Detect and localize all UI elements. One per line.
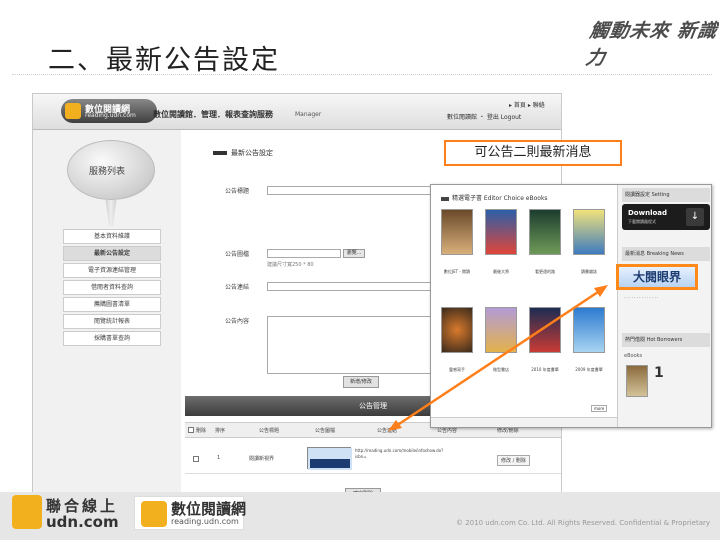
book-cover[interactable] [441,209,473,255]
udn-face-icon [12,495,42,529]
news-text: · · · · · · · · · · · · · · [624,295,659,300]
select-all-checkbox[interactable] [188,427,194,433]
book-title[interactable]: 微型書店 [481,367,521,373]
header-subtitle: Manager [295,111,322,118]
book-title[interactable]: 2010 年度書單 [525,367,565,373]
section-title: 最新公告設定 [213,148,273,158]
header-image: 公告圖檔 [315,428,336,434]
logo-url: reading.udn.com [85,112,136,119]
edit-delete-button[interactable]: 修改 / 刪除 [497,455,530,466]
image-size-hint: 建議尺寸寬250 * 80 [267,262,314,268]
sidebar-item-basic-info[interactable]: 基本資料維護 [63,229,161,244]
header-title: 數位閱讀館．管理．報表查詢服務 [153,110,273,119]
sidebar-item-borrower-query[interactable]: 借閱者資料查詢 [63,280,161,295]
reading-logo: 數位閱讀網 reading.udn.com [134,496,247,530]
slide-title: 二、最新公告設定 [48,45,280,76]
slogan: 觸動未來 新識力 [584,20,719,69]
reading-face-icon [65,103,81,119]
book-cover[interactable] [529,307,561,353]
header-links-logout[interactable]: 數位閱讀館 ・ 登出 Logout [447,112,521,121]
header-content: 公告內容 [437,428,458,434]
reading-face-icon [141,501,167,527]
book-title[interactable]: 最後大將 [481,269,521,275]
popular-rank: 1 [654,365,664,381]
sidebar-item-purchase-query[interactable]: 採購書單查詢 [63,331,161,346]
image-label: 公告圖檔 [225,251,250,258]
copyright: © 2010 udn.com Co. Ltd. All Rights Reser… [456,519,711,527]
book-cover[interactable] [573,209,605,255]
reader-preview: 精選電子書 Editor Choice eBooks 數位JET - 閱讀 最後… [430,184,712,428]
row-image-thumbnail [307,447,352,470]
settings-title: 閱讀器設定 Setting [622,188,710,202]
row-title: 閱讀新視界 [249,456,275,462]
reader-sidebar: 閱讀器設定 Setting Download 下載閱讀器程式 ↓ 最新消息 Br… [617,185,711,427]
sidebar: 服務列表 基本資料維護 最新公告設定 電子資源連結管理 借閱者資料查詢 薦購圖書… [33,130,181,517]
big-eye-thumb-icon [308,448,352,470]
udn-domain: udn.com [46,513,119,531]
book-cover[interactable] [441,307,473,353]
header-order: 排序 [215,428,226,434]
more-link[interactable]: more [591,405,608,412]
row-checkbox[interactable] [193,456,199,462]
download-sub-label: 下載閱讀器程式 [628,219,656,224]
news-title: 最新消息 Breaking News [622,247,710,261]
content-label: 公告內容 [225,318,250,325]
reading-logo-pill[interactable]: 數位閱讀網 reading.udn.com [61,99,157,123]
image-file-input[interactable] [267,249,341,258]
book-title[interactable]: 靈感寫手 [437,367,477,373]
download-reader-button[interactable]: Download 下載閱讀器程式 ↓ [622,204,710,230]
header-title: 公告標題 [259,428,280,434]
header-links-top[interactable]: ▸ 首頁 ▸ 聯絡 [509,100,545,109]
header-delete: 刪除 [196,428,207,434]
book-title[interactable]: 讀書雜誌 [569,269,609,275]
book-cover[interactable] [485,209,517,255]
ebooks-label: eBooks [624,353,643,359]
header-link: 公告連結 [377,428,398,434]
editor-choice-footer [431,417,617,427]
row-link[interactable]: http://reading.udn.com/mobile/infoshow.d… [355,448,443,460]
browse-button[interactable]: 瀏覽... [343,249,365,258]
download-arrow-icon: ↓ [686,208,704,226]
reading-name: 數位閱讀網 [171,500,247,518]
sidebar-menu: 基本資料維護 最新公告設定 電子資源連結管理 借閱者資料查詢 薦購圖書清單 閱覽… [63,229,161,348]
callout-box: 可公告二則最新消息 [444,140,622,166]
reading-domain: reading.udn.com [171,517,239,526]
book-cover[interactable] [485,307,517,353]
row-order: 1 [217,455,221,461]
header-edit-delete: 修改/刪除 [497,428,519,434]
big-eye-banner[interactable]: 大閱眼界 [616,264,698,290]
slogan-divider [12,74,712,75]
download-label: Download [628,209,668,217]
sidebar-item-stats-report[interactable]: 閱覽統計報表 [63,314,161,329]
popular-book-cover[interactable] [626,365,648,397]
lantern-stem [105,200,117,226]
table-row: 1 閱讀新視界 http://reading.udn.com/mobile/in… [185,444,561,474]
editor-choice-section: 精選電子書 Editor Choice eBooks 數位JET - 閱讀 最後… [431,185,617,427]
book-title[interactable]: 看更遠的路 [525,269,565,275]
popular-title: 熱門借閱 Hot Borrowers [622,333,710,347]
book-title[interactable]: 數位JET - 閱讀 [437,269,477,275]
book-title[interactable]: 2009 年度書單 [569,367,609,373]
book-cover[interactable] [529,209,561,255]
admin-header: 數位閱讀網 reading.udn.com 數位閱讀館．管理．報表查詢服務 Ma… [33,94,561,130]
add-edit-button[interactable]: 新增/修改 [343,376,379,388]
sidebar-item-recommend-list[interactable]: 薦購圖書清單 [63,297,161,312]
sidebar-item-announcements[interactable]: 最新公告設定 [63,246,161,261]
book-cover[interactable] [573,307,605,353]
link-label: 公告連結 [225,284,250,291]
title-label: 公告標題 [225,188,250,195]
editor-choice-header: 精選電子書 Editor Choice eBooks [441,193,548,202]
sidebar-title: 服務列表 [89,167,126,177]
sidebar-item-resource-links[interactable]: 電子資源連結管理 [63,263,161,278]
udn-logo: 聯合線上 udn.com [12,493,124,531]
